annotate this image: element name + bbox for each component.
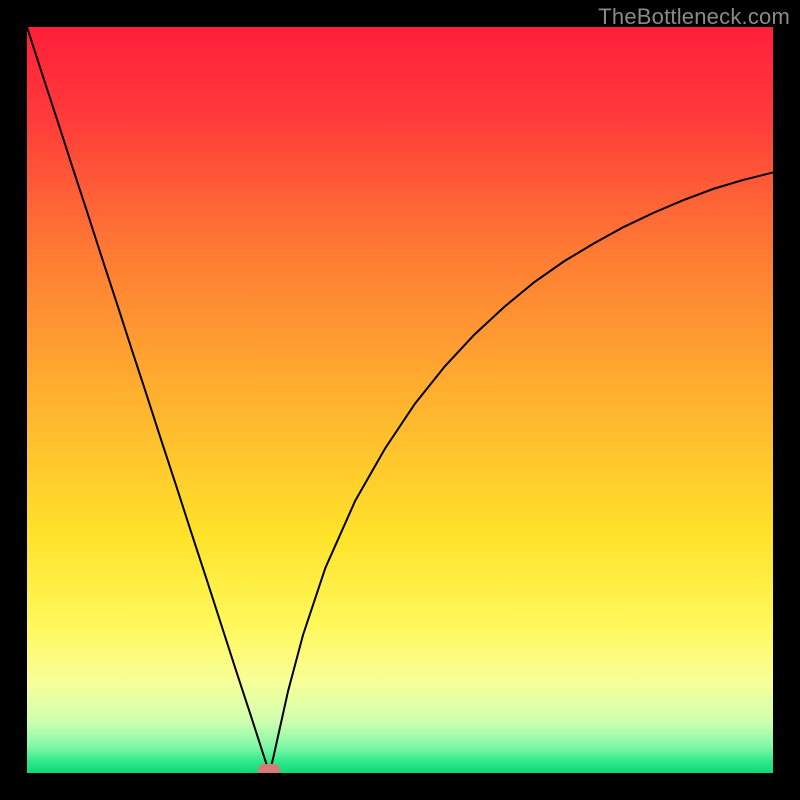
chart-container: TheBottleneck.com xyxy=(0,0,800,800)
plot-area xyxy=(27,27,773,773)
minimum-marker xyxy=(258,764,280,773)
bottleneck-curve xyxy=(27,27,773,773)
